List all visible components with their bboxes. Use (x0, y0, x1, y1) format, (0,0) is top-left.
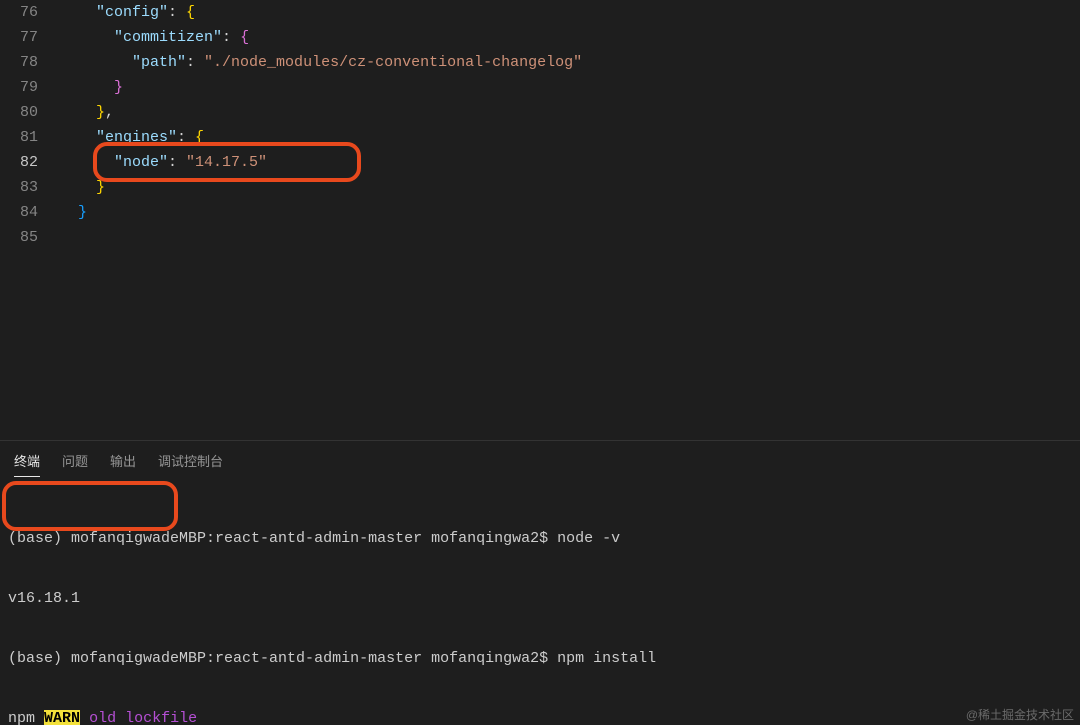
code-line[interactable]: 82 "node": "14.17.5" (0, 150, 1080, 175)
code-content[interactable]: "commitizen": { (60, 25, 1080, 50)
code-content[interactable]: "node": "14.17.5" (60, 150, 1080, 175)
code-line[interactable]: 85 (0, 225, 1080, 250)
line-number: 77 (0, 25, 60, 50)
code-content[interactable]: "config": { (60, 0, 1080, 25)
line-number: 80 (0, 100, 60, 125)
terminal-output[interactable]: (base) mofanqigwadeMBP:react-antd-admin-… (0, 485, 1080, 725)
code-line[interactable]: 84 } (0, 200, 1080, 225)
tab-problems[interactable]: 问题 (62, 451, 88, 477)
line-number: 81 (0, 125, 60, 150)
tab-terminal[interactable]: 终端 (14, 451, 40, 477)
terminal-line-node-version: v16.18.1 (8, 589, 1072, 609)
line-number: 82 (0, 150, 60, 175)
terminal-line: (base) mofanqigwadeMBP:react-antd-admin-… (8, 649, 1072, 669)
line-number: 83 (0, 175, 60, 200)
code-content[interactable]: } (60, 200, 1080, 225)
code-editor[interactable]: 76 "config": {77 "commitizen": {78 "path… (0, 0, 1080, 440)
line-number: 76 (0, 0, 60, 25)
code-content[interactable]: }, (60, 100, 1080, 125)
terminal-line-warn: npm WARN old lockfile (8, 709, 1072, 725)
tab-output[interactable]: 输出 (110, 451, 136, 477)
line-number: 84 (0, 200, 60, 225)
code-content[interactable]: } (60, 75, 1080, 100)
tab-debug-console[interactable]: 调试控制台 (158, 451, 223, 477)
bottom-panel: 终端 问题 输出 调试控制台 (base) mofanqigwadeMBP:re… (0, 440, 1080, 725)
line-number: 78 (0, 50, 60, 75)
panel-tabs: 终端 问题 输出 调试控制台 (0, 441, 1080, 485)
terminal-line: (base) mofanqigwadeMBP:react-antd-admin-… (8, 529, 1072, 549)
line-number: 85 (0, 225, 60, 250)
line-number: 79 (0, 75, 60, 100)
code-line[interactable]: 79 } (0, 75, 1080, 100)
code-line[interactable]: 83 } (0, 175, 1080, 200)
code-line[interactable]: 76 "config": { (0, 0, 1080, 25)
code-line[interactable]: 78 "path": "./node_modules/cz-convention… (0, 50, 1080, 75)
code-content[interactable]: "engines": { (60, 125, 1080, 150)
code-content[interactable]: "path": "./node_modules/cz-conventional-… (60, 50, 1080, 75)
code-line[interactable]: 80 }, (0, 100, 1080, 125)
watermark-text: @稀土掘金技术社区 (966, 706, 1074, 723)
code-line[interactable]: 77 "commitizen": { (0, 25, 1080, 50)
code-content[interactable]: } (60, 175, 1080, 200)
code-line[interactable]: 81 "engines": { (0, 125, 1080, 150)
code-content[interactable] (60, 225, 1080, 250)
